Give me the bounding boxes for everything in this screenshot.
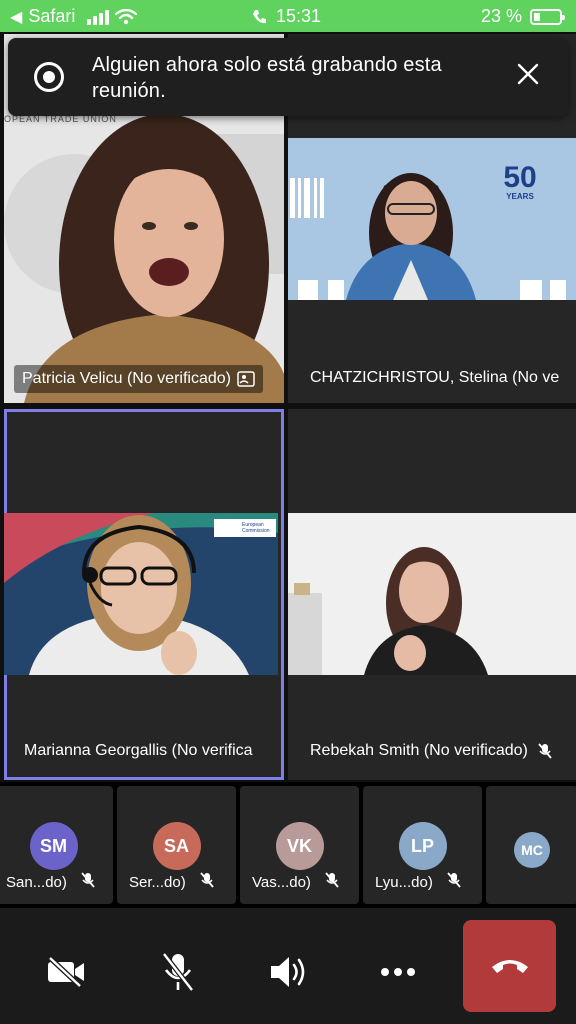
participant-name-bar: Patricia Velicu (No verificado) <box>14 365 263 393</box>
recording-notification: Alguien ahora solo está grabando esta re… <box>8 38 568 116</box>
more-options-button[interactable] <box>370 944 426 1000</box>
participant-name-row: Rebekah Smith (No verificado) <box>310 742 552 760</box>
participant-name: CHATZICHRISTOU, Stelina (No ve <box>310 369 560 386</box>
wifi-icon <box>115 8 138 24</box>
speaker-button[interactable] <box>260 944 316 1000</box>
participant-strip: SM San...do) SA Ser...do) VK Vas...do) L… <box>0 782 576 908</box>
video-grid: OPEAN TRADE UNION Patricia Velicu (No ve… <box>0 32 576 782</box>
time-label: 15:31 <box>276 6 322 26</box>
avatar: LP <box>398 822 447 870</box>
participant-card[interactable]: VK Vas...do) <box>240 786 359 904</box>
camera-toggle-button[interactable] <box>38 944 94 1000</box>
mic-toggle-button[interactable] <box>150 944 206 1000</box>
more-icon <box>381 968 415 976</box>
european-commission-logo: European Commission <box>242 522 270 534</box>
participant-card-label: Vas...do) <box>252 872 339 892</box>
mic-off-icon <box>162 952 194 992</box>
status-bar: ◀ Safari 15:31 23 % <box>0 0 576 32</box>
mic-muted-icon <box>447 872 461 892</box>
call-controls <box>0 908 576 1024</box>
clock: 15:31 <box>252 6 321 27</box>
notification-message: Alguien ahora solo está grabando esta re… <box>92 54 442 102</box>
hangup-button[interactable] <box>463 920 556 1012</box>
participant-card-label: San...do) <box>6 872 95 892</box>
avatar: VK <box>275 822 324 870</box>
hangup-icon <box>491 960 528 973</box>
close-icon[interactable] <box>514 60 542 88</box>
participant-video: 50 YEARS <box>288 138 576 300</box>
avatar: SM <box>29 822 78 870</box>
mic-muted-icon <box>325 872 339 892</box>
back-to-app[interactable]: ◀ Safari <box>10 6 138 27</box>
avatar: SA <box>152 822 201 870</box>
mic-muted-icon <box>81 872 95 892</box>
participant-video <box>288 513 576 675</box>
participant-name: Rebekah Smith (No verificado) <box>310 742 528 759</box>
phone-icon <box>253 9 266 23</box>
participant-card[interactable]: LP Lyu...do) <box>363 786 482 904</box>
avatar: MC <box>514 832 550 868</box>
signal-icon <box>87 9 110 25</box>
camera-off-icon <box>48 956 84 988</box>
mic-muted-icon <box>538 743 552 759</box>
participant-card-label: Lyu...do) <box>375 872 461 892</box>
video-tile-marianna[interactable]: European Commission Marianna Georgallis … <box>4 409 284 780</box>
participant-name: Patricia Velicu (No verificado) <box>22 370 231 387</box>
back-app-label: Safari <box>28 6 76 26</box>
participant-card[interactable]: SA Ser...do) <box>117 786 236 904</box>
participant-card[interactable]: SM San...do) <box>0 786 113 904</box>
participant-card-label: Ser...do) <box>129 872 214 892</box>
cedefop-logo: 50 YEARS <box>503 161 537 202</box>
battery-label: 23 % <box>480 6 522 26</box>
back-arrow-icon: ◀ <box>10 8 23 26</box>
participant-video: European Commission <box>4 513 284 675</box>
speaker-icon <box>271 957 305 987</box>
battery-icon <box>530 8 565 25</box>
participant-card[interactable]: MC <box>486 786 576 904</box>
video-tile-rebekah[interactable]: Rebekah Smith (No verificado) <box>288 409 576 780</box>
mic-muted-icon <box>200 872 214 892</box>
participant-name: Marianna Georgallis (No verifica <box>24 742 253 759</box>
recording-icon <box>34 62 64 92</box>
contact-card-icon <box>237 371 255 387</box>
